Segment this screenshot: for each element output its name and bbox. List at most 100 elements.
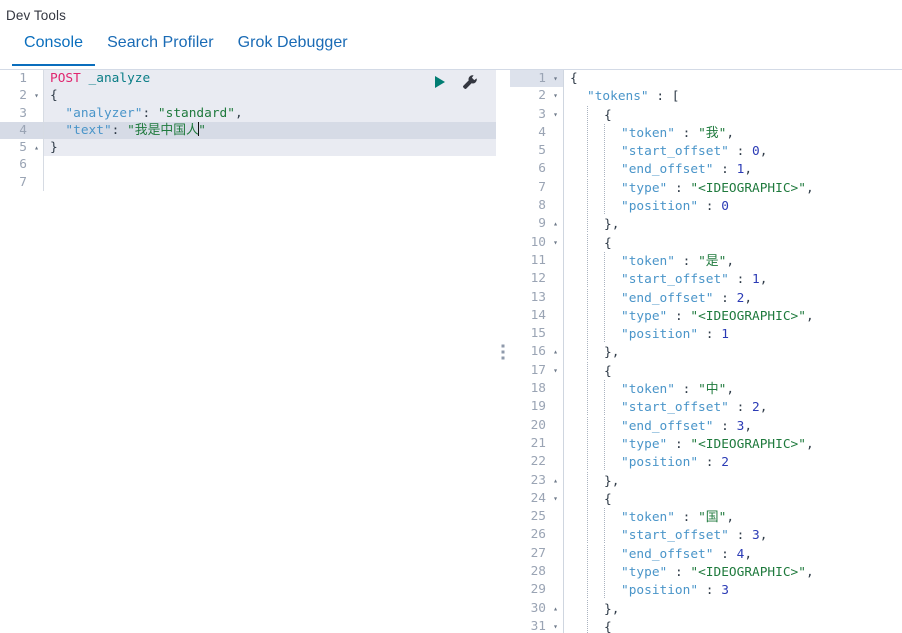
response-line-code[interactable]: "type" : "<IDEOGRAPHIC>", bbox=[564, 178, 902, 198]
request-editor-lines[interactable]: 1 POST _analyze 2 ▾{3 "analyzer": "standard… bbox=[0, 70, 496, 192]
fold-toggle-icon[interactable]: ▾ bbox=[548, 361, 564, 381]
fold-spacer bbox=[548, 288, 564, 307]
fold-toggle-icon[interactable]: ▴ bbox=[548, 471, 564, 490]
fold-spacer bbox=[548, 544, 564, 564]
response-line-code[interactable]: }, bbox=[564, 343, 902, 362]
response-line-code[interactable]: }, bbox=[564, 215, 902, 234]
response-line-code[interactable]: { bbox=[564, 489, 902, 509]
response-line-code[interactable]: "position" : 2 bbox=[564, 453, 902, 472]
response-line-code[interactable]: "type" : "<IDEOGRAPHIC>", bbox=[564, 563, 902, 582]
response-line-code[interactable]: "start_offset" : 1, bbox=[564, 270, 902, 289]
response-line-number: 23 bbox=[510, 471, 548, 490]
response-line-code[interactable]: { bbox=[564, 70, 902, 88]
fold-spacer bbox=[548, 142, 564, 161]
fold-spacer bbox=[548, 178, 564, 198]
fold-spacer bbox=[548, 398, 564, 417]
tab-console[interactable]: Console bbox=[12, 26, 96, 66]
request-editor[interactable]: 1 POST _analyze 2 ▾{3 "analyzer": "standard… bbox=[0, 70, 496, 633]
fold-toggle-icon[interactable]: ▴ bbox=[548, 599, 564, 618]
fold-toggle-icon[interactable]: ▾ bbox=[548, 489, 564, 509]
tab-grok-debugger[interactable]: Grok Debugger bbox=[226, 26, 360, 66]
request-line-number: 7 bbox=[0, 173, 30, 192]
grip-dot bbox=[501, 356, 505, 359]
response-line-number: 17 bbox=[510, 361, 548, 381]
wrench-icon[interactable] bbox=[462, 74, 478, 90]
request-line-code[interactable]: POST _analyze bbox=[44, 70, 496, 88]
fold-toggle-icon[interactable]: ▾ bbox=[548, 87, 564, 106]
fold-toggle-icon[interactable]: ▴ bbox=[548, 343, 564, 362]
response-line-code[interactable]: { bbox=[564, 233, 902, 252]
request-line-code[interactable] bbox=[44, 156, 496, 174]
tab-search-profiler-label: Search Profiler bbox=[107, 34, 214, 51]
fold-spacer bbox=[548, 581, 564, 600]
response-line-code[interactable]: "end_offset" : 3, bbox=[564, 416, 902, 435]
response-line-code[interactable]: "end_offset" : 4, bbox=[564, 544, 902, 564]
response-line-code[interactable]: "token" : "是", bbox=[564, 251, 902, 271]
fold-toggle-icon[interactable]: ▴ bbox=[30, 139, 44, 157]
fold-toggle-icon[interactable]: ▾ bbox=[30, 87, 44, 105]
response-editor-lines[interactable]: 1 ▾{2 ▾ "tokens" : [3 ▾{4 "token" : "我", 5 "sta… bbox=[510, 70, 902, 633]
play-icon[interactable] bbox=[432, 74, 448, 90]
request-actions bbox=[432, 74, 478, 90]
tab-bar: Console Search Profiler Grok Debugger bbox=[0, 26, 902, 70]
response-line-number: 14 bbox=[510, 306, 548, 326]
fold-toggle-icon[interactable]: ▾ bbox=[548, 70, 564, 88]
fold-spacer bbox=[548, 563, 564, 582]
response-line-code[interactable]: "token" : "我", bbox=[564, 123, 902, 143]
fold-toggle-icon[interactable]: ▾ bbox=[548, 617, 564, 633]
response-line-code[interactable]: { bbox=[564, 105, 902, 124]
request-editor-pane[interactable]: 1 POST _analyze 2 ▾{3 "analyzer": "standard… bbox=[0, 70, 496, 633]
tab-search-profiler[interactable]: Search Profiler bbox=[95, 26, 226, 66]
response-line-number: 9 bbox=[510, 215, 548, 234]
response-line-code[interactable]: "start_offset" : 2, bbox=[564, 398, 902, 417]
fold-spacer bbox=[30, 104, 44, 122]
response-line-number: 5 bbox=[510, 142, 548, 161]
response-line-number: 8 bbox=[510, 197, 548, 216]
request-line-number: 2 bbox=[0, 87, 30, 105]
fold-spacer bbox=[548, 123, 564, 143]
request-line-number: 3 bbox=[0, 104, 30, 122]
fold-spacer bbox=[30, 121, 44, 140]
response-line-number: 10 bbox=[510, 233, 548, 252]
response-line-code[interactable]: { bbox=[564, 617, 902, 633]
response-line-code[interactable]: "type" : "<IDEOGRAPHIC>", bbox=[564, 306, 902, 326]
fold-spacer bbox=[548, 251, 564, 271]
response-line-code[interactable]: "type" : "<IDEOGRAPHIC>", bbox=[564, 434, 902, 454]
response-line-code[interactable]: "end_offset" : 1, bbox=[564, 160, 902, 179]
response-line-number: 21 bbox=[510, 434, 548, 454]
fold-toggle-icon[interactable]: ▴ bbox=[548, 215, 564, 234]
fold-spacer bbox=[548, 416, 564, 435]
response-line-number: 20 bbox=[510, 416, 548, 435]
request-line-code[interactable]: } bbox=[44, 139, 496, 157]
response-line-number: 3 bbox=[510, 105, 548, 124]
fold-toggle-icon[interactable]: ▾ bbox=[548, 233, 564, 252]
response-line-code[interactable]: }, bbox=[564, 471, 902, 490]
response-line-code[interactable]: "token" : "中", bbox=[564, 380, 902, 399]
response-line-number: 25 bbox=[510, 508, 548, 527]
request-line-code[interactable] bbox=[44, 173, 496, 192]
response-line-code[interactable]: "position" : 0 bbox=[564, 197, 902, 216]
request-line-code[interactable]: { bbox=[44, 87, 496, 105]
response-line-code[interactable]: "position" : 1 bbox=[564, 325, 902, 344]
request-line-number: 5 bbox=[0, 139, 30, 157]
response-line-code[interactable]: "start_offset" : 0, bbox=[564, 142, 902, 161]
response-line-code[interactable]: "position" : 3 bbox=[564, 581, 902, 600]
fold-toggle-icon[interactable]: ▾ bbox=[548, 105, 564, 124]
response-line-code[interactable]: "tokens" : [ bbox=[564, 87, 902, 106]
panel-splitter[interactable] bbox=[496, 70, 510, 633]
response-line-code[interactable]: "token" : "国", bbox=[564, 508, 902, 527]
request-line-code[interactable]: "analyzer": "standard", bbox=[44, 104, 496, 122]
request-line-code[interactable]: "text": "我是中国人" bbox=[44, 121, 496, 140]
response-line-code[interactable]: { bbox=[564, 361, 902, 381]
fold-spacer bbox=[548, 380, 564, 399]
response-line-code[interactable]: "end_offset" : 2, bbox=[564, 288, 902, 307]
response-line-number: 2 bbox=[510, 87, 548, 106]
response-line-number: 7 bbox=[510, 178, 548, 198]
splitter-grip-icon bbox=[501, 344, 505, 359]
response-line-code[interactable]: "start_offset" : 3, bbox=[564, 526, 902, 545]
response-editor-pane[interactable]: 1 ▾{2 ▾ "tokens" : [3 ▾{4 "token" : "我", 5 "sta… bbox=[510, 70, 902, 633]
response-line-number: 12 bbox=[510, 270, 548, 289]
response-line-code[interactable]: }, bbox=[564, 599, 902, 618]
tab-grok-debugger-label: Grok Debugger bbox=[237, 34, 348, 51]
response-line-number: 27 bbox=[510, 544, 548, 564]
